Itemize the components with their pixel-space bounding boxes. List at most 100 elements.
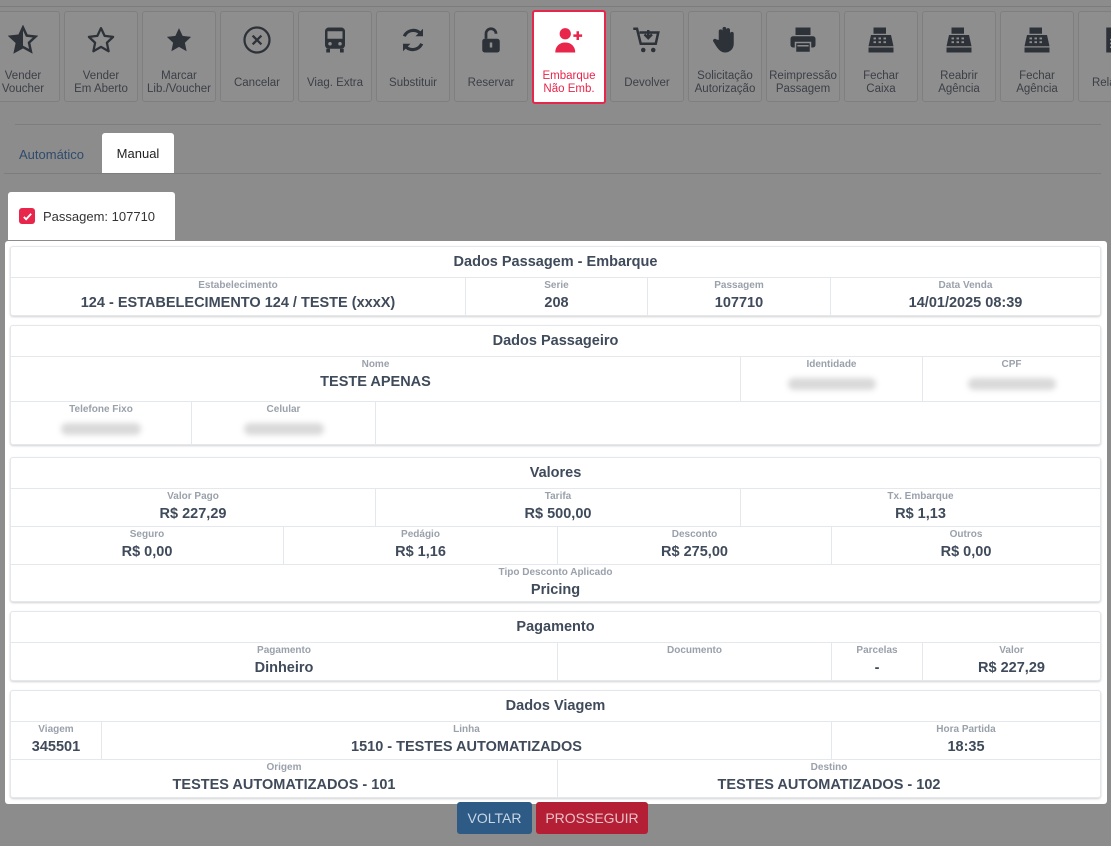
field-label: Parcelas xyxy=(856,645,898,656)
destino-cell: Destino TESTES AUTOMATIZADOS - 102 xyxy=(558,760,1100,797)
viagem-cell: Viagem 345501 xyxy=(11,722,102,759)
field-label: Linha xyxy=(453,724,480,735)
passagem-checkbox[interactable] xyxy=(19,208,35,224)
field-label: Estabelecimento xyxy=(198,280,278,291)
solicitacao-autorizacao-label: Solicitação Autorização xyxy=(694,70,756,95)
estabelecimento-cell: Estabelecimento 124 - ESTABELECIMENTO 12… xyxy=(11,278,466,315)
user-plus-icon xyxy=(554,12,584,68)
vender-voucher-label: Vender Voucher xyxy=(1,70,45,95)
details-panel: Dados Passagem - Embarque Estabeleciment… xyxy=(5,241,1107,804)
star-half-icon xyxy=(8,12,38,68)
nome-cell: Nome TESTE APENAS xyxy=(11,357,741,402)
field-value: 14/01/2025 08:39 xyxy=(908,295,1023,311)
reservar-button[interactable]: Reservar xyxy=(454,11,528,102)
data-venda-cell: Data Venda 14/01/2025 08:39 xyxy=(831,278,1100,315)
printer-icon xyxy=(788,12,818,68)
field-label: Serie xyxy=(544,280,569,291)
field-value: 345501 xyxy=(31,739,81,755)
star-outline-icon xyxy=(86,12,116,68)
fechar-caixa-button[interactable]: Fechar Caixa xyxy=(844,11,918,102)
field-label: Valor Pago xyxy=(167,491,219,502)
valor-pago-cell: Valor Pago R$ 227,29 xyxy=(11,489,376,526)
tab-automatico[interactable]: Automático xyxy=(19,147,84,162)
marcar-lib-voucher-button[interactable]: Marcar Lib./Voucher xyxy=(142,11,216,102)
cancelar-label: Cancelar xyxy=(233,76,281,89)
reimpressao-passagem-label: Reimpressão Passagem xyxy=(769,70,837,95)
serie-cell: Serie 208 xyxy=(466,278,648,315)
relatorio-label: Relatório xyxy=(1091,76,1111,89)
substituir-button[interactable]: Substituir xyxy=(376,11,450,102)
empty-cell xyxy=(376,402,1100,445)
solicitacao-autorizacao-button[interactable]: Solicitação Autorização xyxy=(688,11,762,102)
substituir-label: Substituir xyxy=(389,76,437,89)
section-title: Pagamento xyxy=(11,612,1100,643)
cash-register-icon xyxy=(866,12,896,68)
field-value: 107710 xyxy=(714,295,764,311)
hand-icon xyxy=(710,12,740,68)
field-label: Pedágio xyxy=(401,529,440,540)
voltar-button[interactable]: VOLTAR xyxy=(457,802,532,834)
dados-passagem-section: Dados Passagem - Embarque Estabeleciment… xyxy=(10,246,1101,316)
desconto-cell: Desconto R$ 275,00 xyxy=(558,527,832,564)
redacted-value xyxy=(967,378,1056,390)
cancel-circle-icon xyxy=(242,12,272,68)
tx-embarque-cell: Tx. Embarque R$ 1,13 xyxy=(741,489,1100,526)
reservar-label: Reservar xyxy=(467,76,515,89)
section-title: Dados Passageiro xyxy=(11,326,1100,357)
viag-extra-button[interactable]: Viag. Extra xyxy=(298,11,372,102)
field-label: Outros xyxy=(949,529,983,540)
field-value xyxy=(558,656,831,660)
pagamento-cell: Pagamento Dinheiro xyxy=(11,643,558,680)
prosseguir-button[interactable]: PROSSEGUIR xyxy=(536,802,648,834)
documento-cell: Documento xyxy=(558,643,832,680)
pedagio-cell: Pedágio R$ 1,16 xyxy=(284,527,558,564)
reabrir-agencia-label: Reabrir Agência xyxy=(938,70,980,95)
devolver-button[interactable]: Devolver xyxy=(610,11,684,102)
field-label: Data Venda xyxy=(938,280,993,291)
field-value: Pricing xyxy=(530,582,581,598)
reabrir-agencia-button[interactable]: Reabrir Agência xyxy=(922,11,996,102)
dados-viagem-section: Dados Viagem Viagem 345501 Linha 1510 - … xyxy=(10,690,1101,798)
field-value: R$ 275,00 xyxy=(661,544,728,560)
refresh-icon xyxy=(398,12,428,68)
pagamento-section: Pagamento Pagamento Dinheiro Documento P… xyxy=(10,611,1101,681)
relatorio-button[interactable]: Relatório xyxy=(1078,11,1111,102)
tabs-baseline xyxy=(4,173,1101,174)
field-value: TESTE APENAS xyxy=(320,374,431,390)
cancelar-button[interactable]: Cancelar xyxy=(220,11,294,102)
origem-cell: Origem TESTES AUTOMATIZADOS - 101 xyxy=(11,760,558,797)
valor-cell: Valor R$ 227,29 xyxy=(923,643,1100,680)
field-value: 1510 - TESTES AUTOMATIZADOS xyxy=(351,739,582,755)
field-value: 208 xyxy=(544,295,569,311)
passagem-chip: Passagem: 107710 xyxy=(8,192,175,240)
fechar-agencia-button[interactable]: Fechar Agência xyxy=(1000,11,1074,102)
identidade-cell: Identidade xyxy=(741,357,923,402)
field-value: TESTES AUTOMATIZADOS - 101 xyxy=(172,777,396,793)
reimpressao-passagem-button[interactable]: Reimpressão Passagem xyxy=(766,11,840,102)
embarque-nao-emb-button[interactable]: Embarque Não Emb. xyxy=(532,10,606,104)
document-icon xyxy=(1100,12,1111,68)
field-label: Destino xyxy=(810,762,848,773)
redacted-value xyxy=(61,423,141,435)
field-value: R$ 227,29 xyxy=(978,660,1045,676)
section-title: Dados Viagem xyxy=(11,691,1100,722)
field-label: Origem xyxy=(266,762,302,773)
field-value: R$ 1,13 xyxy=(895,506,946,522)
cash-register-icon xyxy=(1022,12,1052,68)
field-label: Tx. Embarque xyxy=(887,491,954,502)
field-label: Pagamento xyxy=(257,645,311,656)
toolbar: Vender Voucher Vender Em Aberto Marcar L… xyxy=(0,10,1111,104)
section-title: Dados Passagem - Embarque xyxy=(11,247,1100,278)
fechar-caixa-label: Fechar Caixa xyxy=(863,70,899,95)
field-value: R$ 1,16 xyxy=(395,544,446,560)
tab-manual[interactable]: Manual xyxy=(102,133,174,174)
field-label: Valor xyxy=(999,645,1024,656)
outros-cell: Outros R$ 0,00 xyxy=(832,527,1100,564)
field-label: Passagem xyxy=(714,280,764,291)
vender-em-aberto-button[interactable]: Vender Em Aberto xyxy=(64,11,138,102)
cash-register-icon xyxy=(944,12,974,68)
cart-return-icon xyxy=(632,12,662,68)
vender-voucher-button[interactable]: Vender Voucher xyxy=(0,11,60,102)
passagem-label: Passagem: 107710 xyxy=(43,208,156,224)
field-value: Dinheiro xyxy=(254,660,314,676)
